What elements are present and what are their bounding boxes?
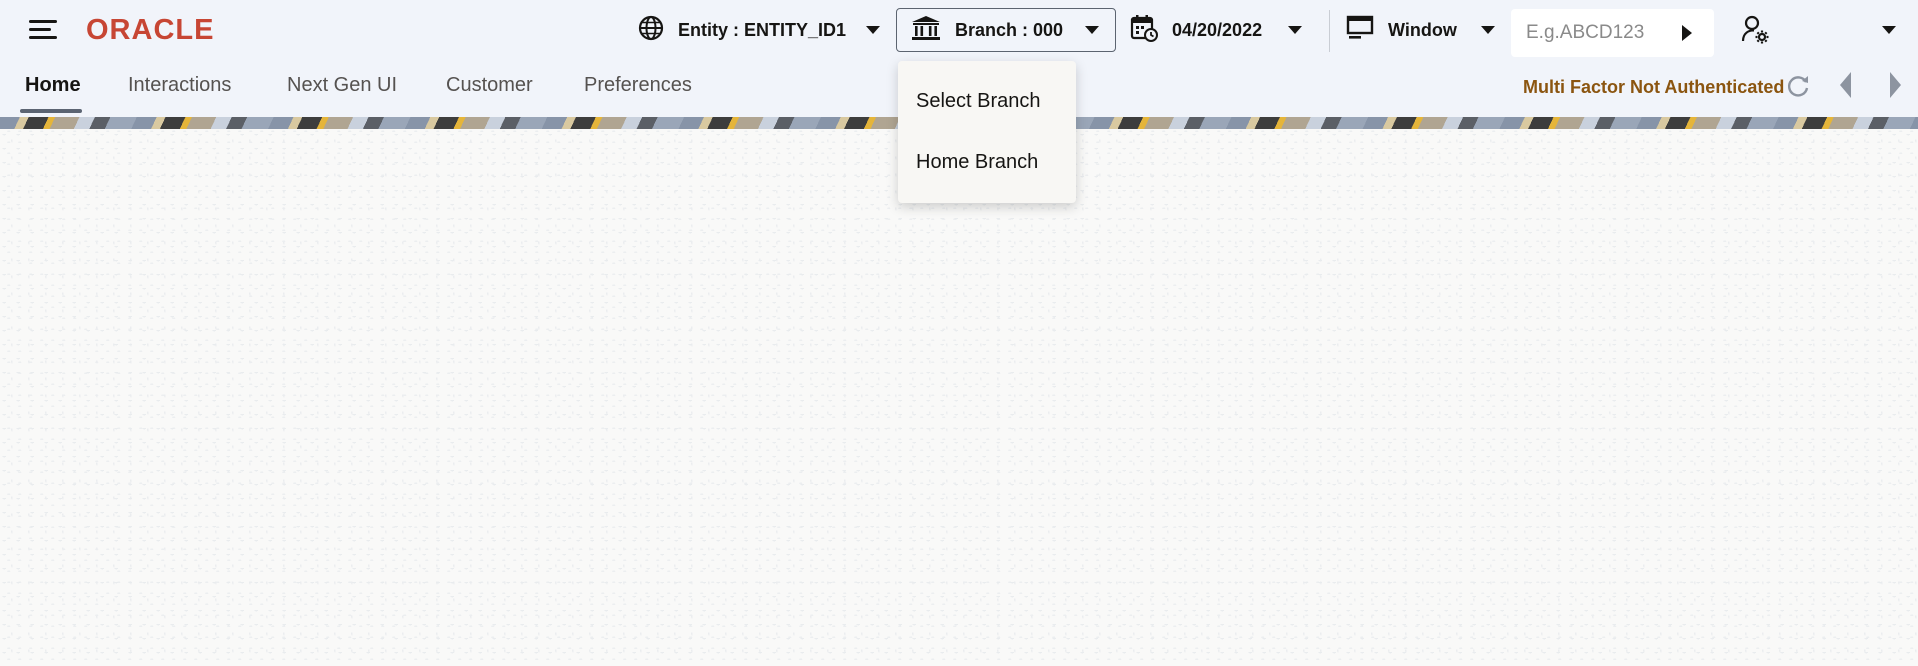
menu-item-select-branch[interactable]: Select Branch xyxy=(916,90,1041,113)
calendar-clock-icon xyxy=(1130,14,1158,47)
window-label: Window xyxy=(1388,19,1457,40)
chevron-left-icon[interactable] xyxy=(1840,72,1851,98)
branch-selector[interactable]: Branch : 000 xyxy=(896,8,1116,52)
mfa-status: Multi Factor Not Authenticated xyxy=(1523,77,1785,97)
tab-next-gen-ui[interactable]: Next Gen UI xyxy=(287,74,397,97)
window-selector[interactable]: Window xyxy=(1346,8,1495,52)
entity-label: Entity : ENTITY_ID1 xyxy=(678,19,847,40)
entity-selector[interactable]: Entity : ENTITY_ID1 xyxy=(638,8,881,52)
chevron-down-icon xyxy=(1288,26,1303,34)
oracle-logo: ORACLE xyxy=(86,14,215,46)
user-menu-chevron-down-icon[interactable] xyxy=(1882,26,1896,34)
main-workspace xyxy=(0,129,1918,666)
refresh-icon[interactable] xyxy=(1785,73,1811,104)
chevron-down-icon xyxy=(866,26,881,34)
chevron-down-icon xyxy=(1085,26,1100,34)
date-label: 04/20/2022 xyxy=(1172,19,1263,40)
play-arrow-icon[interactable] xyxy=(1682,25,1692,41)
search-input[interactable] xyxy=(1511,22,1661,44)
tab-customer[interactable]: Customer xyxy=(446,74,533,97)
branch-label: Branch : 000 xyxy=(955,19,1064,40)
tab-interactions[interactable]: Interactions xyxy=(128,74,231,97)
monitor-icon xyxy=(1346,15,1374,46)
bank-building-icon xyxy=(911,15,941,46)
tab-home[interactable]: Home xyxy=(25,74,81,97)
chevron-right-icon[interactable] xyxy=(1890,72,1901,98)
menu-item-home-branch[interactable]: Home Branch xyxy=(916,151,1038,174)
hamburger-menu-icon[interactable] xyxy=(26,18,60,42)
tab-preferences[interactable]: Preferences xyxy=(584,74,692,97)
user-settings-icon[interactable] xyxy=(1741,15,1771,50)
top-bar: ORACLE Entity : ENTITY_ID1 Branch: 000 … xyxy=(0,0,1918,62)
chevron-down-icon xyxy=(1480,26,1495,34)
active-tab-indicator xyxy=(20,109,82,113)
date-selector[interactable]: 04/20/2022 xyxy=(1130,8,1303,52)
search-box xyxy=(1511,9,1714,57)
header-divider xyxy=(1329,10,1330,52)
branch-dropdown-menu: Select Branch Home Branch xyxy=(898,61,1076,203)
globe-icon xyxy=(638,15,664,46)
